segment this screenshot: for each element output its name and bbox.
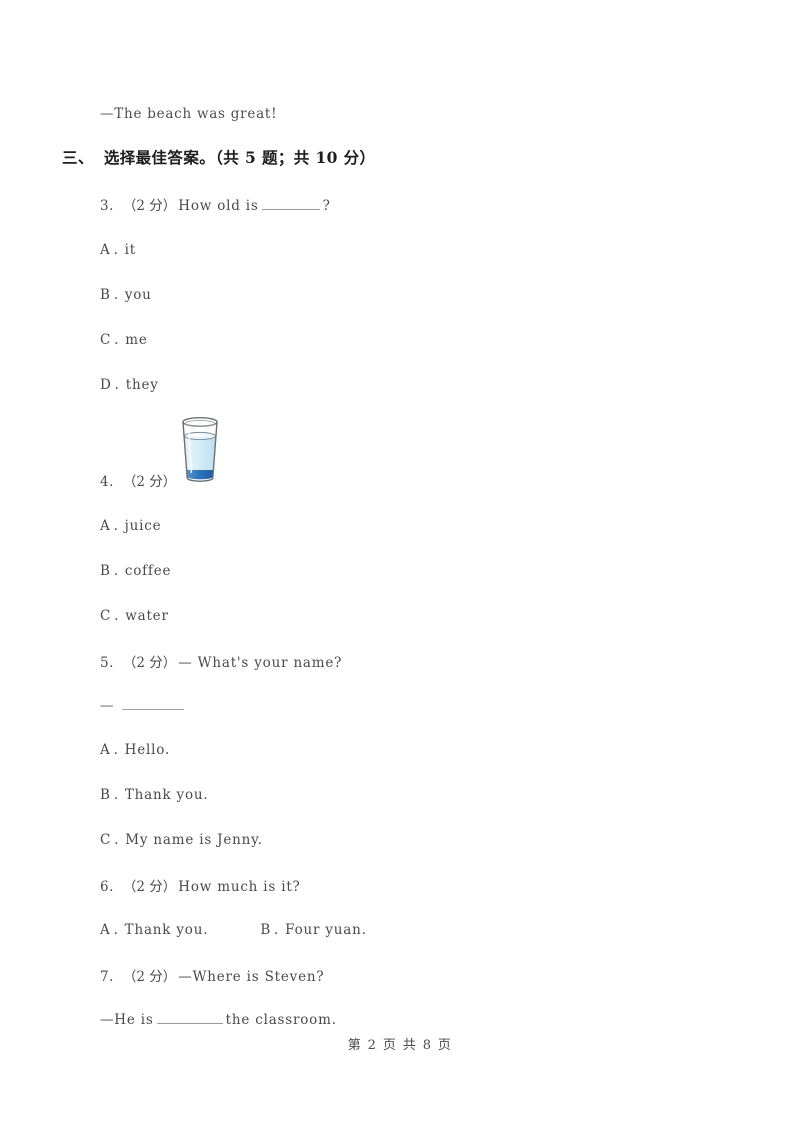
- question-stem-7: 7. （2 分） —Where is Steven?: [100, 965, 324, 985]
- answer-blank-3[interactable]: [261, 198, 320, 210]
- option-label: C: [100, 832, 112, 848]
- option-text: they: [125, 377, 159, 393]
- option-text: Thank you.: [124, 787, 209, 803]
- option-label: B: [100, 563, 111, 579]
- question-number-4: 4.: [100, 474, 114, 490]
- question-score-3: （2 分）: [122, 198, 177, 214]
- option-label: D: [100, 377, 112, 393]
- option-text: Thank you.: [124, 922, 209, 938]
- option-6-b[interactable]: B. Four yuan.: [260, 922, 366, 938]
- option-label: C: [100, 608, 112, 624]
- option-dot: .: [114, 832, 120, 848]
- option-4-a[interactable]: A. juice: [100, 518, 161, 534]
- answer-blank-7[interactable]: [156, 1012, 223, 1025]
- option-6-a[interactable]: A. Thank you.: [100, 922, 208, 938]
- option-label: B: [100, 787, 111, 803]
- option-3-c[interactable]: C. me: [100, 332, 148, 348]
- option-label: A: [100, 242, 111, 258]
- options-row-6: A. Thank you. B. Four yuan.: [100, 922, 367, 938]
- glass-of-water-icon: [176, 414, 224, 486]
- section-number: 三、: [62, 148, 94, 167]
- page-footer: 第 2 页 共 8 页: [347, 1038, 453, 1053]
- option-4-c[interactable]: C. water: [100, 608, 169, 624]
- option-label: A: [100, 518, 111, 534]
- option-3-d[interactable]: D. they: [100, 377, 159, 393]
- option-dot: .: [114, 332, 120, 348]
- option-5-a[interactable]: A. Hello.: [100, 742, 170, 758]
- answer-suffix-7: the classroom.: [225, 1012, 337, 1029]
- answer-dash: —: [100, 698, 115, 714]
- exam-page: —The beach was great! 三、 选择最佳答案。（共 5 题；共 …: [0, 0, 800, 1132]
- option-text: Four yuan.: [285, 922, 367, 938]
- question-text-7: —Where is Steven?: [178, 969, 325, 985]
- answer-prefix-7: —He is: [100, 1012, 154, 1029]
- question-number-7: 7.: [100, 969, 114, 985]
- question-stem-4: 4. （2 分）: [100, 470, 178, 490]
- question-text-3-before: How old is: [178, 198, 259, 214]
- question-text-3-after: ?: [322, 198, 331, 214]
- option-3-a[interactable]: A. it: [100, 242, 136, 258]
- question-number-6: 6.: [100, 879, 114, 895]
- question-number-5: 5.: [100, 655, 114, 671]
- option-label: A: [100, 922, 111, 938]
- option-dot: .: [113, 742, 119, 758]
- question-score-5: （2 分）: [122, 655, 177, 671]
- option-5-b[interactable]: B. Thank you.: [100, 787, 208, 803]
- option-text: My name is Jenny.: [125, 832, 263, 848]
- option-dot: .: [113, 242, 119, 258]
- question-score-7: （2 分）: [122, 969, 177, 985]
- option-text: juice: [124, 518, 162, 534]
- option-label: B: [100, 287, 111, 303]
- option-dot: .: [114, 377, 120, 393]
- option-text: Hello.: [124, 742, 171, 758]
- question-score-4: （2 分）: [122, 474, 177, 490]
- answer-line-5: —: [100, 698, 185, 714]
- option-text: water: [125, 608, 169, 624]
- option-text: you: [124, 287, 152, 303]
- option-dot: .: [113, 922, 119, 938]
- question-number-3: 3.: [100, 198, 114, 214]
- question-stem-5: 5. （2 分） — What's your name?: [100, 651, 342, 671]
- question-text-5: — What's your name?: [178, 655, 343, 671]
- question-stem-6: 6. （2 分） How much is it?: [100, 875, 301, 895]
- section-title: 选择最佳答案。: [103, 148, 216, 167]
- option-dot: .: [113, 563, 119, 579]
- option-label: B: [260, 922, 272, 938]
- question-stem-3: 3. （2 分） How old is?: [100, 194, 331, 214]
- option-text: it: [124, 242, 136, 258]
- option-3-b[interactable]: B. you: [100, 287, 152, 303]
- carry-over-answer-line: —The beach was great!: [100, 106, 278, 122]
- option-5-c[interactable]: C. My name is Jenny.: [100, 832, 263, 848]
- option-dot: .: [113, 787, 119, 803]
- option-dot: .: [113, 518, 119, 534]
- question-text-6: How much is it?: [178, 879, 301, 895]
- option-text: coffee: [124, 563, 172, 579]
- option-label: C: [100, 332, 112, 348]
- answer-blank-5[interactable]: [122, 700, 185, 710]
- option-dot: .: [274, 922, 280, 938]
- answer-line-7: —He is the classroom.: [100, 1012, 337, 1028]
- section-meta: （共 5 题；共 10 分）: [215, 148, 376, 167]
- option-dot: .: [114, 608, 120, 624]
- option-text: me: [125, 332, 148, 348]
- option-4-b[interactable]: B. coffee: [100, 563, 171, 579]
- section-heading: 三、 选择最佳答案。（共 5 题；共 10 分）: [62, 146, 375, 168]
- option-dot: .: [113, 287, 119, 303]
- question-score-6: （2 分）: [122, 879, 177, 895]
- option-label: A: [100, 742, 111, 758]
